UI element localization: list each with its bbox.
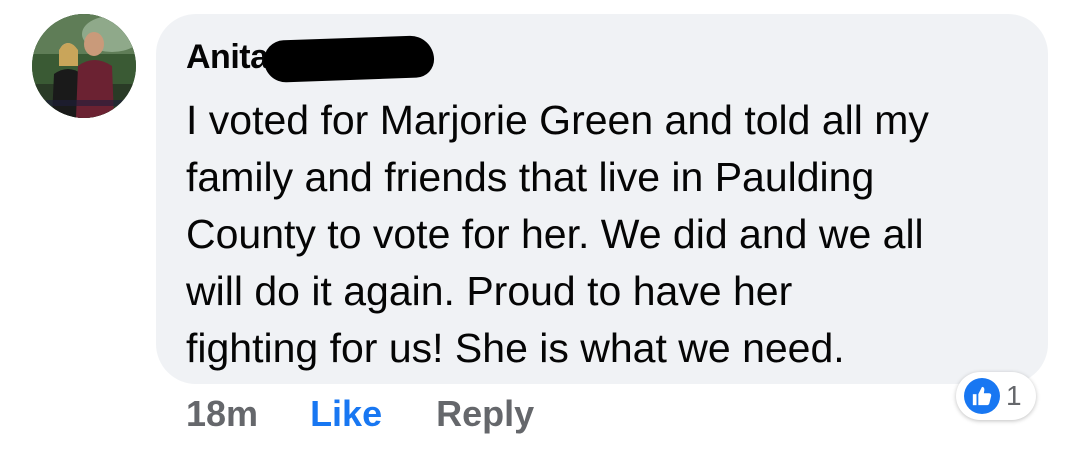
redaction-mark	[263, 35, 435, 83]
comment-bubble: Anita I voted for Marjorie Green and tol…	[156, 14, 1048, 384]
comment-text: I voted for Marjorie Green and told all …	[186, 97, 929, 371]
author-name[interactable]: Anita	[186, 38, 269, 77]
avatar[interactable]	[32, 14, 136, 118]
thumbs-up-icon	[964, 378, 1000, 414]
comment-actions: 18m Like Reply	[186, 392, 534, 436]
reply-button[interactable]: Reply	[436, 393, 534, 435]
like-button[interactable]: Like	[310, 393, 382, 435]
reaction-summary[interactable]: 1	[956, 372, 1036, 420]
comment-screen: Anita I voted for Marjorie Green and tol…	[0, 0, 1080, 456]
avatar-photo	[32, 14, 136, 118]
timestamp[interactable]: 18m	[186, 393, 258, 435]
reaction-count: 1	[1006, 380, 1022, 411]
